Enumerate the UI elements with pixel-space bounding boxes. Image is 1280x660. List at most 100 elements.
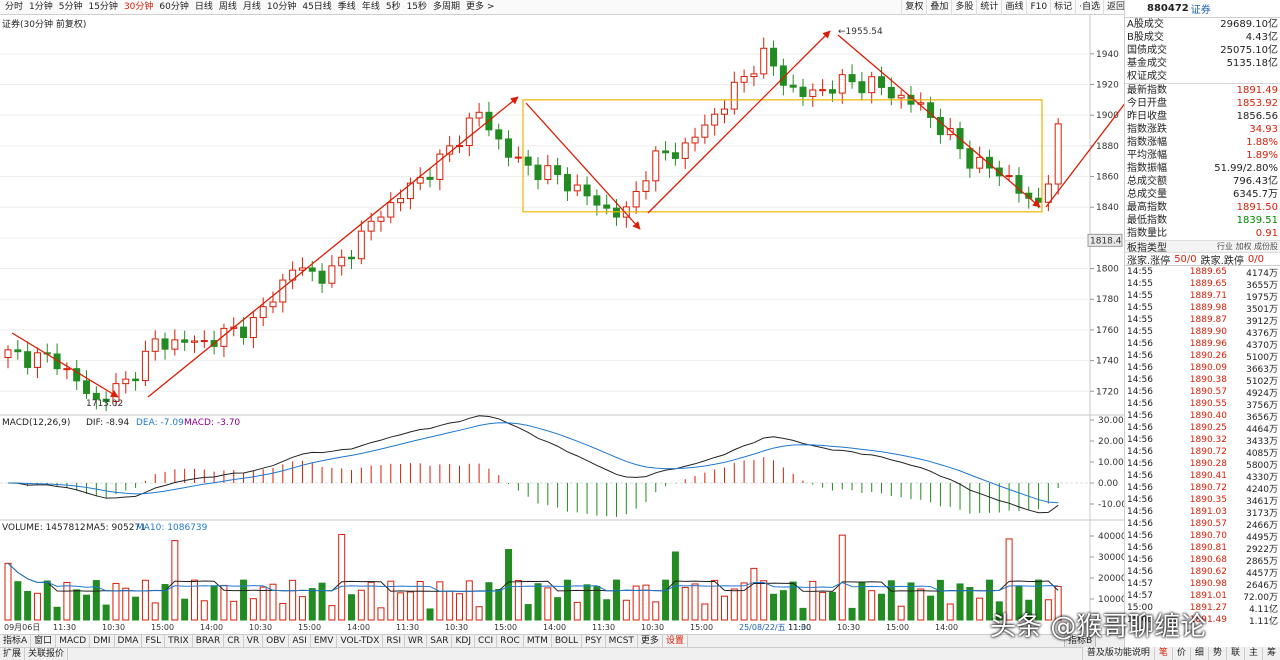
indicator-tab-0[interactable]: 指标A [0, 634, 32, 648]
category-tags[interactable]: 行业 加权 成份股 [1217, 241, 1278, 252]
quote-label: 指数涨幅 [1127, 137, 1167, 148]
tick-list[interactable]: 14:55 1889.65 4174万 14:55 1889.65 3655万 14:55 1… [1125, 266, 1280, 627]
indicator-tab-8[interactable]: CR [224, 634, 244, 648]
indicator-tab-3[interactable]: DMI [90, 634, 115, 648]
candle-body [671, 152, 679, 159]
indicator-tab-1[interactable]: 窗口 [31, 634, 57, 648]
chart-area[interactable]: 1940192019001880186018401820180017801760… [0, 15, 1124, 634]
tick-price: 1890.70 [1189, 531, 1227, 541]
period-0[interactable]: 分时 [2, 0, 26, 15]
bottom-right-item-4[interactable]: 势 [1207, 647, 1226, 660]
extension-tab-0[interactable]: 扩展 [0, 647, 26, 660]
time-axis-label: 14:00 [543, 623, 566, 632]
volume-bar [848, 607, 856, 621]
tool-button-1[interactable]: 叠加 [926, 0, 951, 15]
indicator-tab-9[interactable]: VR [244, 634, 264, 648]
indicator-tab-11[interactable]: ASI [289, 634, 311, 648]
tick-time: 14:56 [1127, 567, 1153, 577]
indicator-tab-17[interactable]: KDJ [452, 634, 475, 648]
volume-bar [897, 605, 905, 621]
tick-price: 1889.96 [1189, 339, 1227, 349]
candle-body [858, 81, 866, 94]
period-9[interactable]: 10分钟 [264, 0, 299, 15]
period-6[interactable]: 日线 [192, 0, 216, 15]
volume-bar [289, 579, 297, 621]
candle-body [279, 279, 287, 303]
period-13[interactable]: 5秒 [383, 0, 404, 15]
indicator-tab-5[interactable]: FSL [142, 634, 166, 648]
period-7[interactable]: 周线 [216, 0, 240, 15]
tool-button-0[interactable]: 复权 [901, 0, 926, 15]
tool-button-5[interactable]: F10 [1026, 0, 1050, 15]
bottom-right-item-5[interactable]: 联 [1225, 647, 1244, 660]
indicator-tab-19[interactable]: ROC [497, 634, 524, 648]
tool-button-7[interactable]: ·自选 [1075, 0, 1103, 15]
period-14[interactable]: 15秒 [404, 0, 430, 15]
stat-value: 29689.10亿 [1220, 19, 1278, 30]
indicator-tab-12[interactable]: EMV [311, 634, 338, 648]
tool-button-6[interactable]: 标记 [1050, 0, 1075, 15]
price-axis-label: 1760 [1096, 326, 1119, 336]
period-1[interactable]: 1分钟 [26, 0, 56, 15]
indicator-tab-24[interactable]: 更多 [638, 634, 663, 648]
bottom-right-item-6[interactable]: 主 [1243, 647, 1262, 660]
indicator-tab-21[interactable]: BOLL [552, 634, 583, 648]
period-2[interactable]: 5分钟 [56, 0, 86, 15]
volume-bar [24, 591, 32, 621]
indicator-tab-22[interactable]: PSY [582, 634, 606, 648]
indicator-tab-15[interactable]: WR [405, 634, 428, 648]
stat-label: 权证成交 [1127, 71, 1167, 82]
indicator-tab-4[interactable]: DMA [115, 634, 143, 648]
indicator-tab-16[interactable]: SAR [427, 634, 453, 648]
period-10[interactable]: 45日线 [299, 0, 334, 15]
extension-tab-1[interactable]: 关联报价 [25, 647, 69, 660]
tick-price: 1891.03 [1189, 507, 1227, 517]
volume-bar [171, 540, 179, 621]
indicator-tab-2[interactable]: MACD [56, 634, 91, 648]
period-12[interactable]: 年线 [359, 0, 383, 15]
indicator-tab-23[interactable]: MCST [606, 634, 638, 648]
indicator-tab-20[interactable]: MTM [524, 634, 552, 648]
indicator-tab-7[interactable]: BRAR [193, 634, 225, 648]
indicator-tab-25[interactable]: 设置 [663, 634, 688, 648]
candle-body [760, 47, 768, 75]
indicator-tab-13[interactable]: VOL-TDX [337, 634, 384, 648]
time-axis-label: 11:30 [53, 623, 76, 632]
period-4[interactable]: 30分钟 [121, 0, 156, 15]
macd-dea: DEA: -7.09 [136, 418, 184, 428]
period-3[interactable]: 15分钟 [85, 0, 120, 15]
indicator-tab-14[interactable]: RSI [383, 634, 406, 648]
candle-body [593, 195, 601, 206]
indicator-tab-10[interactable]: OBV [263, 634, 290, 648]
tick-price: 1890.62 [1189, 567, 1227, 577]
period-more-button[interactable]: 更多 > [463, 0, 497, 15]
bottom-right-item-2[interactable]: 价 [1171, 647, 1190, 660]
bottom-right-item-3[interactable]: 细 [1189, 647, 1208, 660]
tool-button-4[interactable]: 画线 [1001, 0, 1026, 15]
candle-body [465, 117, 473, 147]
up-value: 50/0 [1174, 253, 1197, 265]
period-8[interactable]: 月线 [240, 0, 264, 15]
bottom-right-item-1[interactable]: 笔 [1153, 647, 1172, 660]
trend-arrow [837, 34, 1041, 208]
time-axis-label: 10:30 [641, 623, 664, 632]
volume-bar [151, 602, 159, 621]
period-15[interactable]: 多周期 [430, 0, 463, 15]
candle-body [681, 142, 689, 159]
tick-price: 1890.09 [1189, 363, 1227, 373]
tool-button-2[interactable]: 多股 [951, 0, 976, 15]
period-5[interactable]: 60分钟 [156, 0, 191, 15]
time-axis-label: 10:30 [102, 623, 125, 632]
tick-row: 14:56 1890.57 4924万 [1125, 386, 1280, 399]
stock-code-box[interactable]: 880472 证券 [1124, 0, 1280, 18]
tool-button-3[interactable]: 统计 [976, 0, 1001, 15]
period-11[interactable]: 季线 [335, 0, 359, 15]
volume-bar [33, 592, 41, 621]
volume-bar [318, 582, 326, 621]
volume-bar [259, 586, 267, 621]
indicator-tab-18[interactable]: CCI [475, 634, 498, 648]
indicator-tab-6[interactable]: TRIX [165, 634, 193, 648]
indicator-tabs: 指标A 窗口 MACD DMI DMA FSL TRIX BRAR CR VR OBV ASI EMV V… [0, 634, 1124, 648]
bottom-right-item-0[interactable]: 普及版功能说明 [1081, 647, 1154, 660]
bottom-right-item-7[interactable]: 筹 [1261, 647, 1280, 660]
